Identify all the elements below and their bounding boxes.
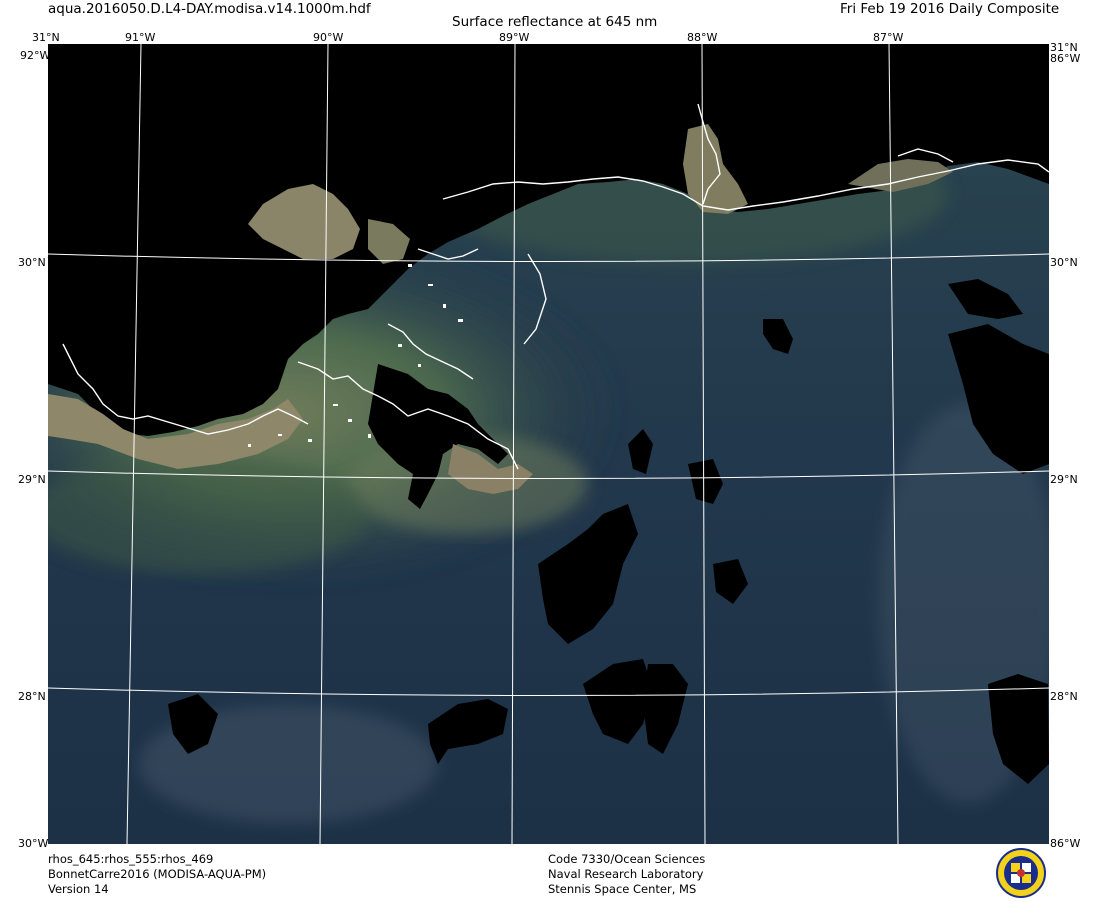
lon-label-89w: 89°W <box>499 31 530 44</box>
composite-date: Fri Feb 19 2016 Daily Composite <box>840 1 1060 17</box>
lon-label-87w: 87°W <box>873 31 904 44</box>
dataset-name: BonnetCarre2016 (MODISA-AQUA-PM) <box>48 867 267 881</box>
map-title: Surface reflectance at 645 nm <box>452 14 658 30</box>
org-code: Code 7330/Ocean Sciences <box>548 852 706 866</box>
lon-label-90w: 90°W <box>313 31 344 44</box>
bottom-right-corner-label: 86°W <box>1050 837 1081 850</box>
map-canvas <box>48 44 1049 844</box>
lat-label-right-28n: 28°N <box>1050 690 1078 703</box>
bottom-left-corner-label: 30°W <box>18 837 49 850</box>
lat-label-left-28n: 28°N <box>18 690 46 703</box>
nrl-seal-icon <box>996 848 1046 898</box>
data-filename: aqua.2016050.D.L4-DAY.modisa.v14.1000m.h… <box>48 1 371 17</box>
lat-label-right-29n: 29°N <box>1050 473 1078 486</box>
top-left-corner-lon-label: 92°W <box>20 49 51 62</box>
band-combination: rhos_645:rhos_555:rhos_469 <box>48 852 214 866</box>
reflectance-map <box>48 44 1049 844</box>
lon-label-88w: 88°W <box>687 31 718 44</box>
lat-label-left-29n: 29°N <box>18 473 46 486</box>
top-left-corner-lat-label: 31°N <box>32 31 60 44</box>
top-right-corner-lon-label: 86°W <box>1050 52 1081 65</box>
org-location: Stennis Space Center, MS <box>548 882 697 896</box>
lat-label-left-30n: 30°N <box>18 256 46 269</box>
org-name: Naval Research Laboratory <box>548 867 704 881</box>
lat-label-right-30n: 30°N <box>1050 256 1078 269</box>
lon-label-91w: 91°W <box>125 31 156 44</box>
version-label: Version 14 <box>48 882 109 896</box>
